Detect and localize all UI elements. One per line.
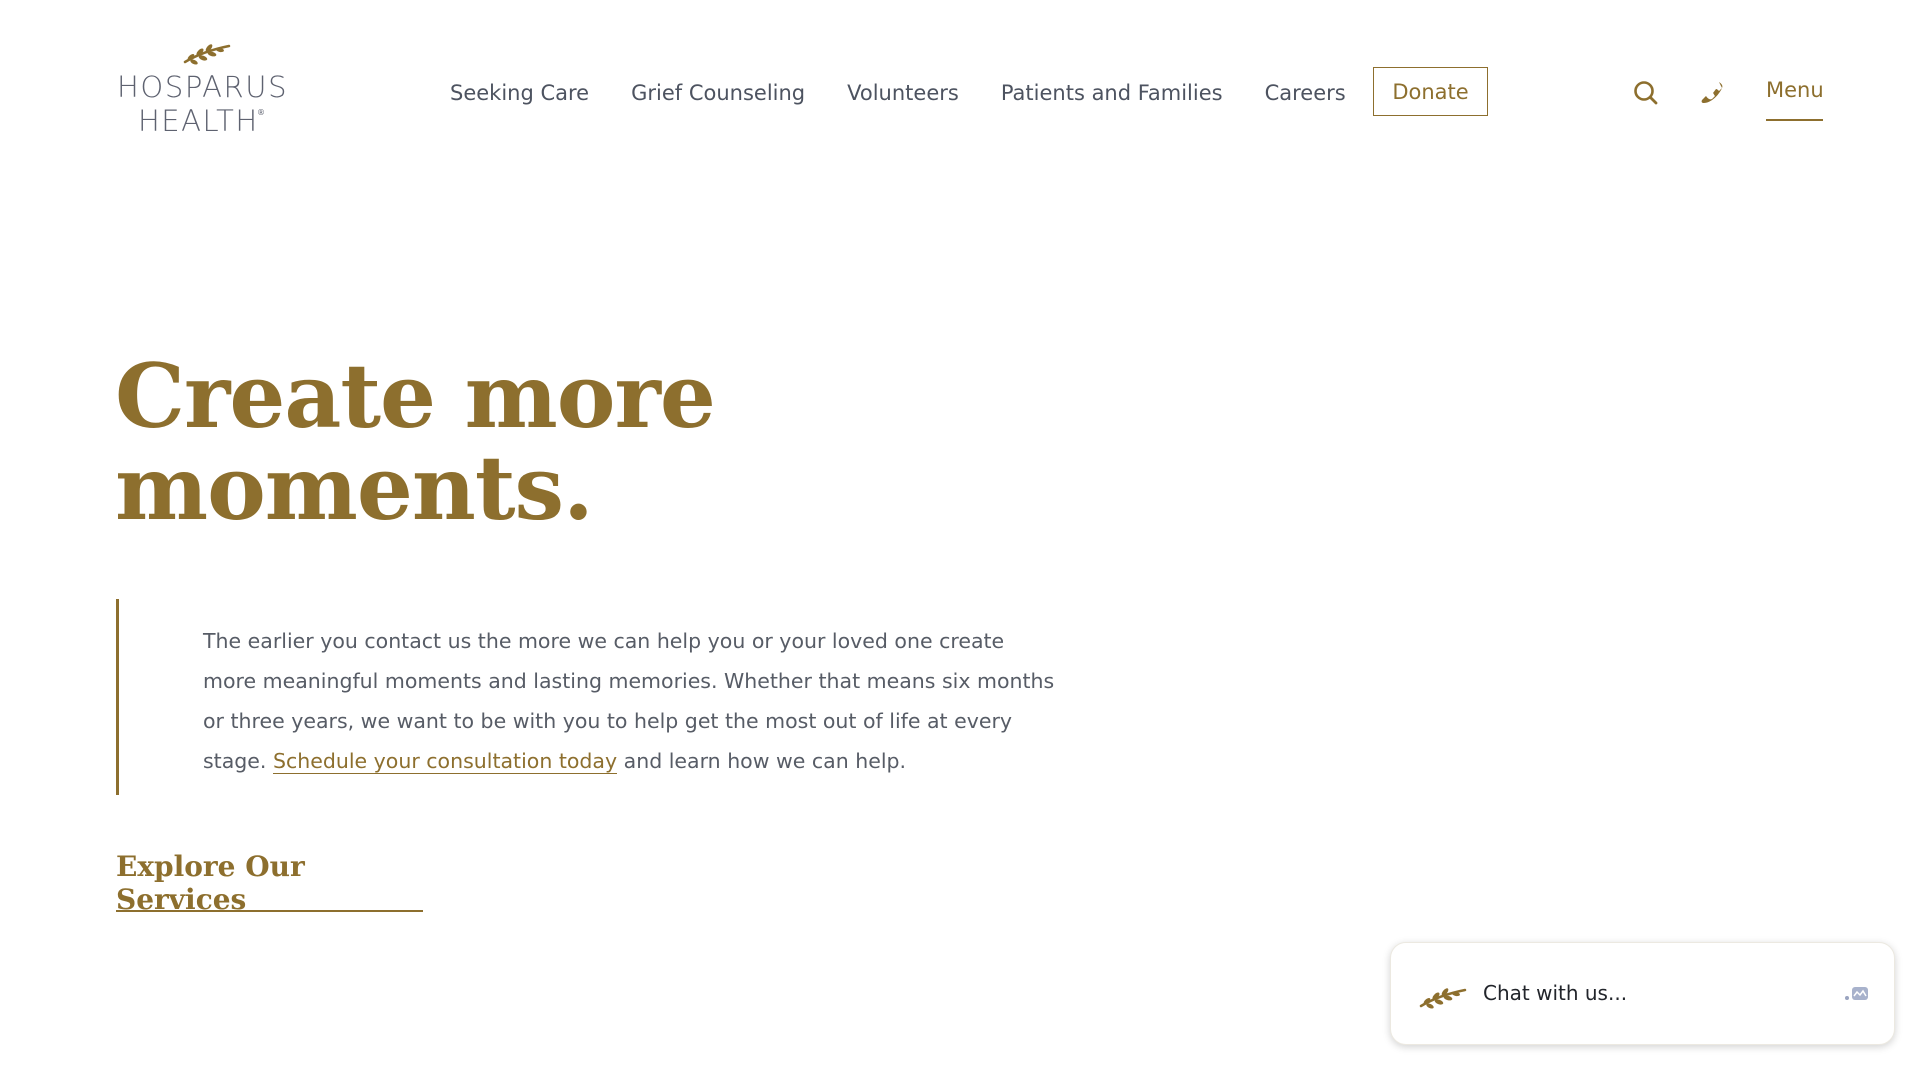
schedule-consultation-link[interactable]: Schedule your consultation today <box>272 749 618 774</box>
site-header: HOSPARUS HEALTH ® Seeking Care Grief Cou… <box>0 0 1920 190</box>
registered-mark: ® <box>257 108 265 117</box>
search-icon <box>1634 81 1658 105</box>
logo-text-hosparus: HOSPARUS <box>117 70 289 104</box>
hero-title: Create more moments. <box>115 350 875 534</box>
donate-button[interactable]: Donate <box>1373 67 1488 116</box>
logo-text-health: HEALTH <box>138 104 259 138</box>
phone-button[interactable] <box>1697 78 1727 108</box>
explore-our-services-button[interactable]: Explore Our Services <box>116 850 423 916</box>
nav-item-volunteers[interactable]: Volunteers <box>847 81 959 105</box>
search-button[interactable] <box>1631 78 1661 108</box>
nav-item-grief-counseling[interactable]: Grief Counseling <box>631 81 805 105</box>
menu-button[interactable]: Menu <box>1766 78 1824 120</box>
nav-item-patients-and-families[interactable]: Patients and Families <box>1001 81 1223 105</box>
nav-item-seeking-care[interactable]: Seeking Care <box>450 81 589 105</box>
olive-branch-icon <box>183 44 231 65</box>
hosparus-health-logo[interactable]: HOSPARUS HEALTH ® <box>117 40 297 140</box>
chat-bubble-icon <box>1845 987 1868 1000</box>
chat-label: Chat with us... <box>1483 981 1628 1005</box>
main-navigation: Seeking Care Grief Counseling Volunteers… <box>450 67 1388 119</box>
hero-title-line-2: moments. <box>115 436 594 540</box>
intro-accent-bar <box>116 599 119 795</box>
hero-title-line-1: Create more <box>115 344 716 448</box>
intro-text-end: and learn how we can help. <box>617 749 907 773</box>
nav-item-careers[interactable]: Careers <box>1265 81 1346 105</box>
chat-widget[interactable]: Chat with us... <box>1390 942 1895 1045</box>
intro-paragraph: The earlier you contact us the more we c… <box>203 621 1063 781</box>
menu-underline <box>1766 119 1823 121</box>
phone-icon <box>1701 82 1723 103</box>
olive-branch-icon <box>1419 988 1467 1009</box>
